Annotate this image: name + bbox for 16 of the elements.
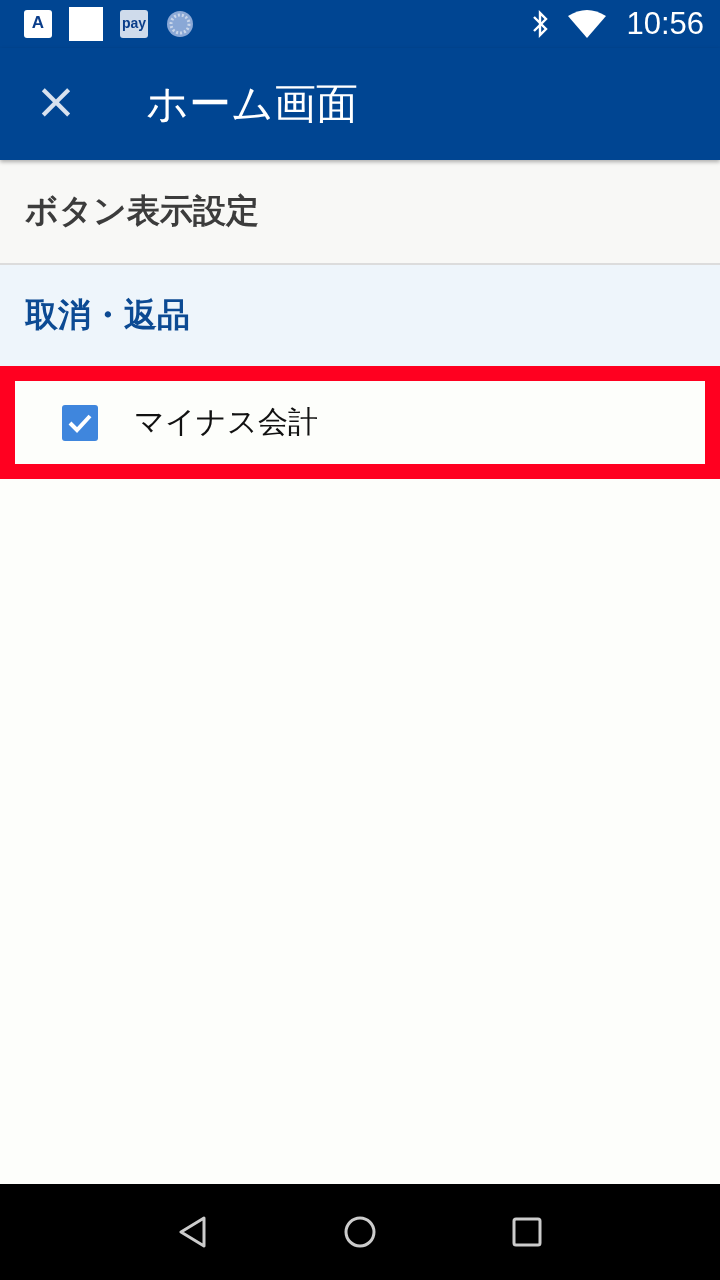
close-button[interactable]: × bbox=[0, 76, 112, 132]
home-icon[interactable] bbox=[343, 1215, 377, 1249]
app-notification-icon: A bbox=[24, 10, 52, 38]
category-header: 取消・返品 bbox=[0, 265, 720, 366]
app-notification-icon bbox=[69, 7, 103, 41]
bluetooth-icon bbox=[532, 10, 549, 38]
recents-icon[interactable] bbox=[512, 1217, 543, 1247]
section-header: ボタン表示設定 bbox=[0, 160, 720, 265]
clock: 10:56 bbox=[626, 6, 704, 42]
checkbox[interactable] bbox=[62, 404, 98, 441]
back-icon[interactable] bbox=[177, 1216, 208, 1248]
wifi-icon bbox=[568, 10, 607, 38]
spinner-icon bbox=[165, 9, 195, 39]
screen-title: ホーム画面 bbox=[146, 78, 358, 130]
app-notification-icon: pay bbox=[120, 10, 148, 38]
checkbox-label: マイナス会計 bbox=[134, 403, 318, 441]
